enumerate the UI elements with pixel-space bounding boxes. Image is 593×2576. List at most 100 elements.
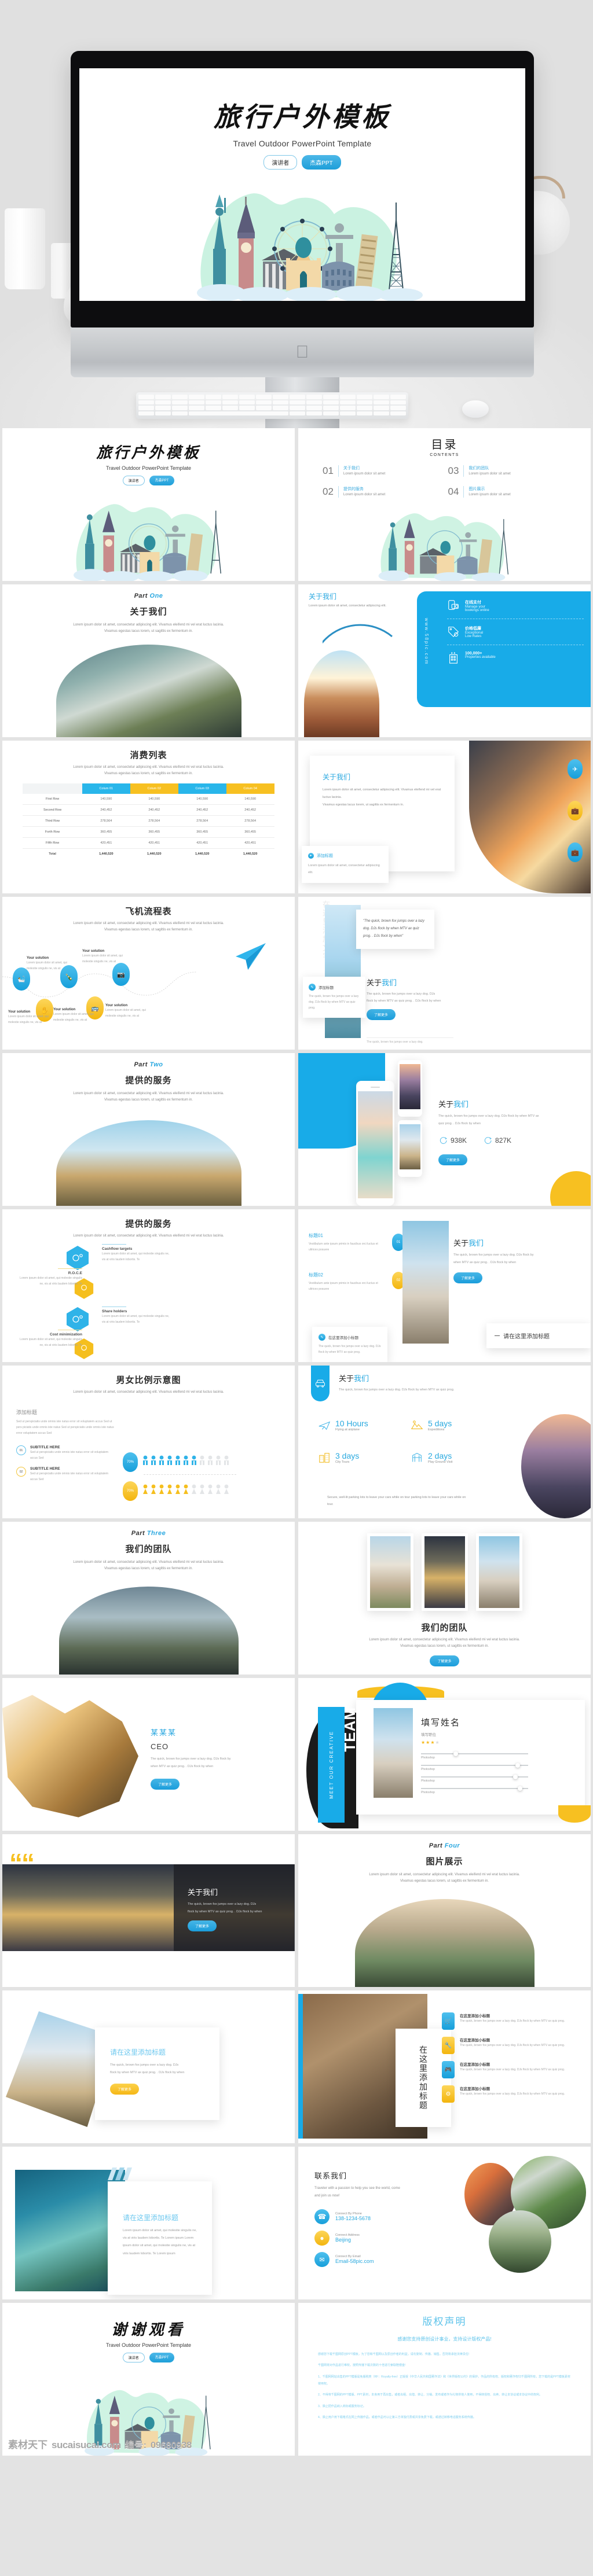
gender-item-title: SUBTITLE HERE [30,1467,60,1471]
numbered-text: Vestibulum ante ipsum primis in faucibus… [309,1282,378,1291]
cell: 278,564 [226,815,274,827]
table-row: Second Row 240,452 240,452 240,452 240,452 [23,804,274,816]
contents-item-01[interactable]: 01 关于我们 Lorem ipsum dolor sit amet [323,465,441,477]
contents-item-04[interactable]: 04 图片展示 Lorem ipsum dolor sit amet [448,486,567,498]
numbered-subcard-text: The quick, brown fox jumps over a lazy d… [319,1345,381,1354]
cell: 240,452 [130,804,178,816]
flow-node-5[interactable]: 📷 [112,963,130,986]
copyright-title: 版权声明 [422,2316,467,2327]
denim-title: 请在这里添加标题 [110,2048,166,2056]
flow-sub-1: Lorem ipsum dolor sit amet, consectetur … [73,922,224,925]
slide-phone-mockups[interactable]: 关于我们 The quick, brown fox jumps over a l… [298,1053,591,1206]
slide-denim-collage[interactable]: 请在这里添加标题 The quick, brown fox jumps over… [2,1990,295,2143]
numbered-right-text: The quick, brown fox jumps over a lazy d… [453,1253,534,1265]
icon-chip-3[interactable]: 💼 [568,842,583,862]
slide-team-gallery[interactable]: 我们的团队 Lorem ipsum dolor sit amet, consec… [298,1522,591,1675]
sea-title: 请在这里添加标题 [123,2214,179,2222]
slide-part-one[interactable]: Part One 关于我们 Lorem ipsum dolor sit amet… [2,584,295,737]
gallery-photo-3[interactable] [475,1533,522,1611]
slide-team-card[interactable]: MEET OUR CREATIVE TEAM 填写姓名 填写职位 ★★★★ Ph… [298,1678,591,1831]
slide-about-wing[interactable]: 关于我们 Lorem ipsum dolor sit amet, consect… [298,741,591,893]
table-row: Third Row 278,564 278,564 278,564 278,564 [23,815,274,827]
table-row: Forth Row 360,455 360,455 360,455 360,455 [23,826,274,838]
about-feature-item-1: 在线支付 Manage your bookings online [447,599,584,612]
gallery-photo-1[interactable] [367,1533,413,1611]
copyright-subtitle: 感谢您支持原创设计事业，支持设计版权产品! [397,2336,492,2342]
slide-part-four[interactable]: Part Four 图片展示 Lorem ipsum dolor sit ame… [298,1834,591,1987]
flow-node-text: Lorem ipsum dolor sit amet, qui molestie… [105,1009,146,1018]
skill-row-1[interactable]: Photoshop [421,1751,528,1760]
slide-quote-signposts[interactable]: 在这里添加文字 "The quick, brown fox jumps over… [298,897,591,1050]
contents-item-03[interactable]: 03 我们的团队 Lorem ipsum dolor sit amet [448,465,567,477]
table-header-row: Colum 01 Colum 02 Colum 03 Colum 04 [23,783,274,794]
contents-num: 02 [323,486,334,497]
slide-gender-ratio[interactable]: 男女比例示意图 Lorem ipsum dolor sit amet, cons… [2,1366,295,1518]
slide-part-two[interactable]: Part Two 提供的服务 Lorem ipsum dolor sit ame… [2,1053,295,1206]
part-one-sub-1: Lorem ipsum dolor sit amet, consectetur … [73,623,224,627]
team-big-title: TEAM [341,1707,358,1752]
airport-learn-more-button[interactable]: 了解更多 [188,1920,217,1932]
slide-sea[interactable]: 请在这里添加标题 Lorem ipsum dolor sit amet, qui… [2,2147,295,2299]
team-gallery-learn-more-button[interactable]: 了解更多 [430,1655,459,1666]
cell: 140,590 [178,793,226,805]
slide-ceo[interactable]: 某某某 CEO The quick, brown fox jumps over … [2,1678,295,1831]
skill-row-3[interactable]: Photoshop [421,1775,528,1783]
phone-learn-more-button[interactable]: 了解更多 [438,1154,468,1166]
denim-learn-more-button[interactable]: 了解更多 [110,2084,140,2095]
part-three-photo [58,1587,239,1675]
gender-subtitle: 添加标题 [16,1410,38,1415]
hiker-photo [402,1221,449,1344]
slide-contents[interactable]: 目录 CONTENTS 01 关于我们 Lorem ipsum dolor si… [298,428,591,581]
cell: 140,590 [82,793,130,805]
gallery-photo-2[interactable] [421,1533,468,1611]
slide-part-three[interactable]: Part Three 我们的团队 Lorem ipsum dolor sit a… [2,1522,295,1675]
contact-item-phone[interactable]: ☎ Connect By Phone 138-1234-5678 [314,2209,448,2225]
icon-chip-2[interactable]: 💼 [568,801,583,820]
slide-airport-about[interactable]: ““ 关于我们 The quick, brown fox jumps over … [2,1834,295,1987]
quote-learn-more-button[interactable]: 了解更多 [367,1009,396,1021]
numbered-learn-more-button[interactable]: 了解更多 [453,1272,483,1284]
col-3: Colum 03 [178,783,226,794]
slide-about-features[interactable]: 关于我们 Lorem ipsum dolor sit amet, consect… [298,584,591,737]
price-tag-icon [448,627,459,638]
mobile-payment-icon [448,600,459,610]
slide-thanks[interactable]: 谢谢观看 Travel Outdoor PowerPoint Template … [2,2303,295,2456]
flow-node-text: Lorem ipsum dolor sit amet, qui molestie… [27,961,67,970]
contact-item-address[interactable]: ● Connect Address Beijing [314,2231,448,2246]
copyright-para-1: 千图网将对作品进行维权，按照传播下载次数的十倍进行索取赔偿金! [318,2363,406,2367]
quote-about-title: 关于我们 [367,978,397,987]
contact-item-email[interactable]: ✉ Connect By Email Email-58pic.com [314,2252,448,2268]
col-1: Colum 01 [82,783,130,794]
flow-label-2: Your solution Lorem ipsum dolor sit amet… [82,950,133,965]
table-total-row: Total 1,440,520 1,440,520 1,440,520 1,440,52… [23,848,274,859]
team-member-name: 填写姓名 [421,1718,461,1728]
icon-chip-1[interactable]: ✈ [568,759,583,779]
hexagon-blue-icon [67,1246,89,1270]
ceo-learn-more-button[interactable]: 了解更多 [151,1779,180,1790]
blue-bar [298,1994,303,2139]
slide-pricing-table[interactable]: 消费列表 Lorem ipsum dolor sit amet, consect… [2,741,295,893]
numbered-right-block: 关于我们 The quick, brown fox jumps over a l… [453,1237,552,1284]
copyright-para-4: 3、禁止把作品纳入商标或服务标记。 [318,2404,366,2408]
phone-small-bottom [398,1120,422,1177]
skill-row-2[interactable]: Photoshop [421,1763,528,1771]
row-label: Second Row [23,804,82,816]
skill-row-4[interactable]: Photoshop [421,1786,528,1794]
watermark-58pic: www.58pic.com [424,618,429,665]
contents-num: 03 [448,465,459,476]
slide-services-hex[interactable]: 提供的服务 Lorem ipsum dolor sit amet, consec… [2,1209,295,1362]
car-badge [311,1366,330,1401]
slide-cover[interactable]: 旅行户外模板 Travel Outdoor PowerPoint Templat… [2,428,295,581]
slide-flowchart[interactable]: 飞机流程表 Lorem ipsum dolor sit amet, consec… [2,897,295,1050]
quote-text: "The quick, brown fox jumps over a lazy … [363,919,424,939]
slide-travel-stats[interactable]: 关于我们 The quick, brown fox jumps over a l… [298,1366,591,1518]
phone-stat-1: 938K [438,1136,467,1145]
slide-copyright[interactable]: 版权声明 感谢您支持原创设计事业，支持设计版权产品! 感谢您下载千图网原创PPT… [298,2303,591,2456]
slide-numbered-hiker[interactable]: 标题01 Vestibulum ante ipsum primis in fau… [298,1209,591,1362]
slide-desk-items[interactable]: 在这里添加标题 🛒 在这里添加小标题 The quick, brown fox … [298,1990,591,2143]
contents-sub: Lorem ipsum dolor sit amet [343,493,386,496]
desk-item-title: 在这里添加小标题 [460,2014,490,2018]
slide-contact[interactable]: 联系我们 Traveler with a passion to help you… [298,2147,591,2299]
contact-title: 联系我们 [314,2172,347,2180]
contents-item-02[interactable]: 02 提供的服务 Lorem ipsum dolor sit amet [323,486,441,498]
